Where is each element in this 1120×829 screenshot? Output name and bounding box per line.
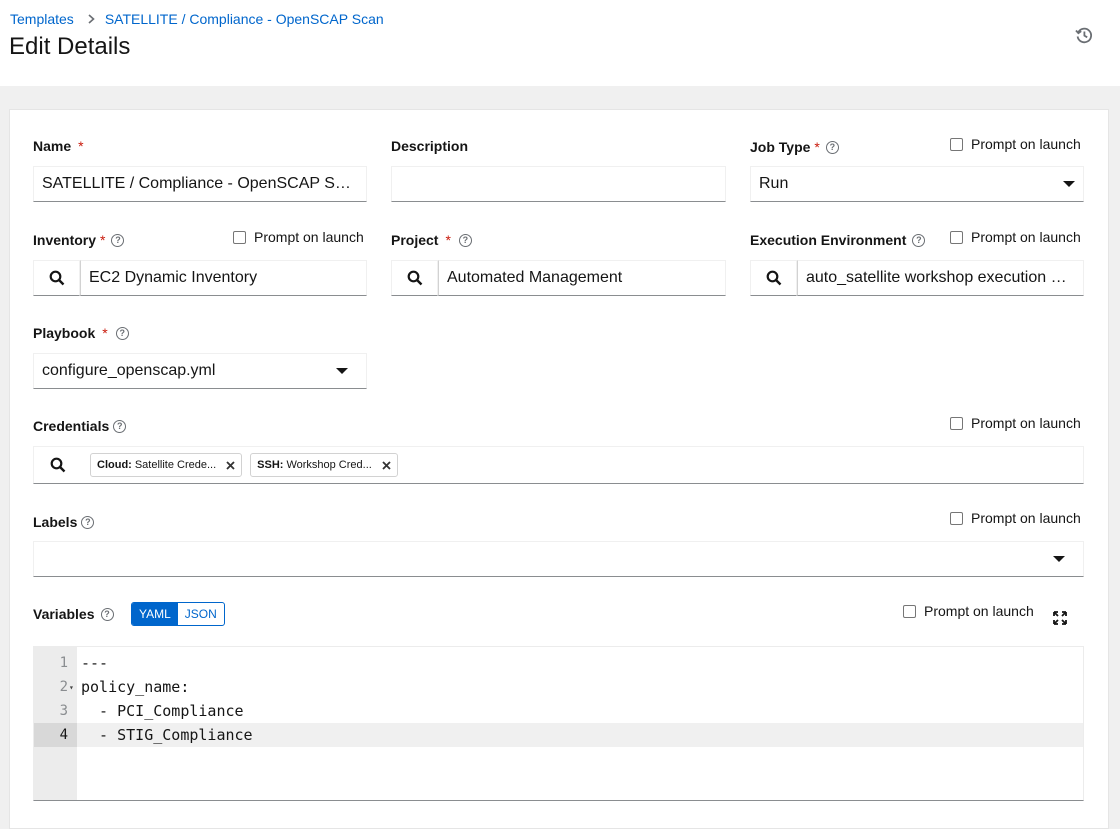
credentials-prompt-on-launch[interactable]: Prompt on launch [950, 415, 1081, 431]
inventory-lookup: EC2 Dynamic Inventory [33, 260, 367, 296]
close-icon[interactable] [226, 460, 235, 470]
help-icon[interactable]: ? [825, 140, 839, 154]
prompt-checkbox[interactable] [950, 416, 963, 430]
help-icon[interactable]: ? [113, 419, 127, 433]
help-icon[interactable]: ? [115, 326, 129, 340]
code-line-text: policy_name: [81, 678, 190, 696]
help-icon[interactable]: ? [912, 233, 926, 247]
close-icon[interactable] [382, 460, 391, 470]
name-input[interactable]: SATELLITE / Compliance - OpenSCAP Scan [33, 166, 367, 202]
playbook-label: Playbook * ? [33, 325, 129, 341]
prompt-checkbox[interactable] [233, 230, 246, 244]
prompt-checkbox[interactable] [950, 230, 963, 244]
credential-chip: SSH: Workshop Cred... [250, 453, 398, 477]
inventory-label: Inventory * ? [33, 232, 125, 248]
job-type-label: Job Type * ? [750, 139, 839, 155]
variables-mode-toggle: YAML JSON [131, 602, 225, 626]
variables-prompt-on-launch[interactable]: Prompt on launch [903, 603, 1034, 619]
prompt-checkbox[interactable] [903, 604, 916, 618]
code-line: 1 --- [34, 651, 1083, 675]
prompt-checkbox[interactable] [950, 511, 963, 525]
playbook-select[interactable]: configure_openscap.yml [33, 353, 367, 389]
expand-icon [1053, 611, 1067, 625]
playbook-value: configure_openscap.yml [42, 362, 216, 379]
page-title: Edit Details [9, 33, 131, 60]
project-label: Project * ? [391, 232, 472, 248]
credentials-lookup[interactable]: Cloud: Satellite Crede... SSH: Workshop Cr… [33, 446, 1084, 484]
search-icon [50, 457, 65, 473]
inventory-input[interactable]: EC2 Dynamic Inventory [80, 260, 367, 296]
line-number: 1 [59, 655, 68, 671]
project-value: Automated Management [447, 269, 623, 286]
help-icon[interactable]: ? [100, 607, 114, 621]
page-header: Templates SATELLITE / Compliance - OpenS… [0, 0, 1120, 86]
execution-environment-lookup: auto_satellite workshop execution enviro… [750, 260, 1084, 296]
project-search-button[interactable] [391, 260, 438, 296]
execution-environment-input[interactable]: auto_satellite workshop execution enviro… [797, 260, 1084, 296]
caret-down-icon [336, 368, 348, 374]
required-asterisk: * [78, 138, 84, 154]
chevron-right-icon [88, 14, 95, 24]
form-card: Name * SATELLITE / Compliance - OpenSCAP … [9, 109, 1109, 829]
expand-button[interactable] [1052, 610, 1068, 626]
inventory-prompt-on-launch[interactable]: Prompt on launch [233, 229, 364, 245]
code-line: 3 - PCI_Compliance [34, 699, 1083, 723]
history-icon [1075, 27, 1092, 44]
project-input[interactable]: Automated Management [438, 260, 726, 296]
history-button[interactable] [1073, 24, 1095, 46]
code-line-text: - PCI_Compliance [81, 702, 244, 720]
execution-environment-search-button[interactable] [750, 260, 797, 296]
description-input[interactable] [391, 166, 726, 202]
job-type-prompt-on-launch[interactable]: Prompt on launch [950, 136, 1081, 152]
code-line-text: - STIG_Compliance [81, 726, 253, 744]
name-input-value: SATELLITE / Compliance - OpenSCAP Scan [42, 175, 358, 192]
caret-down-icon [1053, 556, 1065, 562]
variables-code-editor[interactable]: 1 --- 2 ▾ policy_name: 3 - PCI_Complianc… [33, 646, 1084, 801]
labels-label: Labels ? [33, 514, 95, 530]
code-line: 2 ▾ policy_name: [34, 675, 1083, 699]
line-number: 3 [59, 703, 68, 719]
search-icon [407, 270, 422, 286]
help-icon[interactable]: ? [458, 233, 472, 247]
inventory-search-button[interactable] [33, 260, 80, 296]
line-number: 2 [59, 679, 68, 695]
execution-environment-prompt-on-launch[interactable]: Prompt on launch [950, 229, 1081, 245]
breadcrumb: Templates SATELLITE / Compliance - OpenS… [10, 11, 384, 27]
prompt-checkbox[interactable] [950, 137, 963, 151]
help-icon[interactable]: ? [111, 233, 125, 247]
description-label: Description [391, 138, 469, 154]
line-number: 4 [59, 727, 68, 743]
caret-down-icon [1063, 181, 1075, 187]
credential-chip: Cloud: Satellite Crede... [90, 453, 243, 477]
credentials-label: Credentials ? [33, 418, 127, 434]
search-icon [49, 270, 64, 286]
project-lookup: Automated Management [391, 260, 726, 296]
credentials-search-button[interactable] [34, 447, 81, 483]
code-line-active: 4 - STIG_Compliance [34, 723, 1083, 747]
json-toggle-button[interactable]: JSON [178, 603, 224, 625]
code-line-text: --- [81, 654, 109, 672]
help-icon[interactable]: ? [81, 515, 95, 529]
job-type-value: Run [759, 175, 789, 192]
breadcrumb-templates-link[interactable]: Templates [10, 11, 74, 27]
yaml-toggle-button[interactable]: YAML [132, 603, 178, 625]
variables-label: Variables ? [33, 606, 114, 622]
search-icon [766, 270, 781, 286]
breadcrumb-current-link[interactable]: SATELLITE / Compliance - OpenSCAP Scan [105, 11, 384, 27]
inventory-value: EC2 Dynamic Inventory [89, 269, 258, 286]
execution-environment-value: auto_satellite workshop execution enviro… [806, 269, 1075, 286]
labels-select[interactable] [33, 541, 1084, 577]
job-type-select[interactable]: Run [750, 166, 1084, 202]
labels-prompt-on-launch[interactable]: Prompt on launch [950, 510, 1081, 526]
name-label: Name * [33, 138, 84, 154]
execution-environment-label: Execution Environment ? [750, 232, 926, 248]
fold-arrow-icon[interactable]: ▾ [69, 683, 74, 692]
